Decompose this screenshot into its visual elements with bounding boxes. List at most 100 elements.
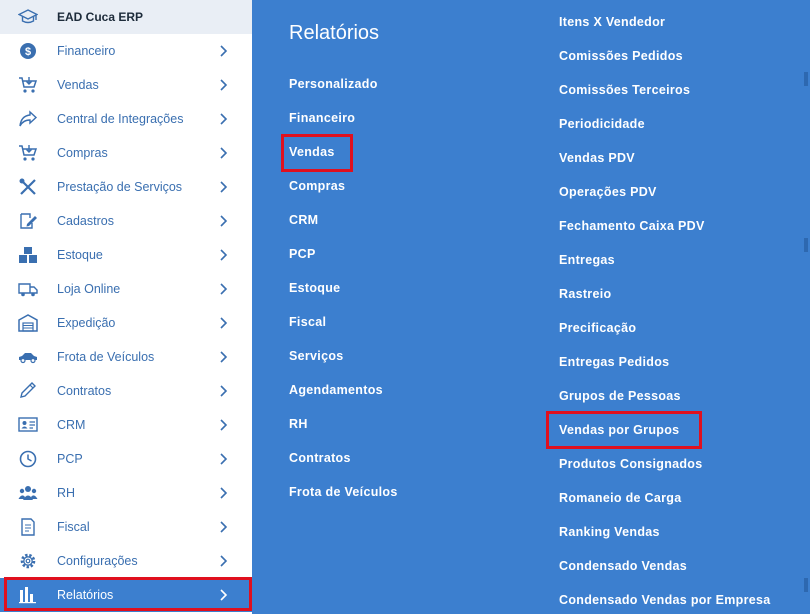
sidebar-item-configuracoes[interactable]: Configurações bbox=[0, 544, 252, 578]
scrollbar-mark bbox=[804, 578, 808, 592]
menu-link-periodicidade[interactable]: Periodicidade bbox=[559, 117, 645, 131]
menu-link-vendas[interactable]: Vendas bbox=[289, 145, 335, 159]
menu-link-operacoes-pdv[interactable]: Operações PDV bbox=[559, 185, 657, 199]
sidebar-item-contratos[interactable]: Contratos bbox=[0, 374, 252, 408]
menu-link-financeiro[interactable]: Financeiro bbox=[289, 111, 355, 125]
sidebar-item-label: CRM bbox=[57, 418, 86, 432]
brand-header[interactable]: EAD Cuca ERP bbox=[0, 0, 252, 34]
menu-link-condensado-vendas[interactable]: Condensado Vendas bbox=[559, 559, 687, 573]
sidebar-item-loja-online[interactable]: Loja Online bbox=[0, 272, 252, 306]
menu-link-vendas-pdv[interactable]: Vendas PDV bbox=[559, 151, 635, 165]
submenu-title: Relatórios bbox=[289, 22, 380, 44]
pencil-icon bbox=[20, 382, 36, 398]
menu-link-pcp[interactable]: PCP bbox=[289, 247, 316, 261]
menu-link-personalizado[interactable]: Personalizado bbox=[289, 77, 378, 91]
sidebar-item-label: RH bbox=[57, 486, 76, 500]
menu-link-grupos-de-pessoas[interactable]: Grupos de Pessoas bbox=[559, 389, 681, 403]
menu-link-itens-x-vendedor[interactable]: Itens X Vendedor bbox=[559, 15, 665, 29]
sidebar-item-compras[interactable]: Compras bbox=[0, 136, 252, 170]
sidebar-item-label: Estoque bbox=[57, 248, 103, 262]
cart-icon bbox=[19, 77, 38, 93]
tools-icon bbox=[19, 178, 36, 195]
sidebar-item-central-de-integracoes[interactable]: Central de Integrações bbox=[0, 102, 252, 136]
sidebar-item-label: Configurações bbox=[57, 554, 138, 568]
scrollbar-mark bbox=[804, 238, 808, 252]
bar-chart-icon bbox=[19, 587, 36, 604]
menu-link-entregas[interactable]: Entregas bbox=[559, 253, 615, 267]
chevron-right-icon bbox=[220, 113, 228, 125]
menu-link-entregas-pedidos[interactable]: Entregas Pedidos bbox=[559, 355, 669, 369]
share-icon bbox=[19, 110, 38, 127]
sidebar-item-relatorios[interactable]: Relatórios bbox=[0, 578, 252, 612]
menu-link-ranking-vendas[interactable]: Ranking Vendas bbox=[559, 525, 660, 539]
sidebar-item-prestacao-de-servicos[interactable]: Prestação de Serviços bbox=[0, 170, 252, 204]
chevron-right-icon bbox=[220, 521, 228, 533]
menu-link-precificacao[interactable]: Precificação bbox=[559, 321, 636, 335]
sidebar-item-label: Contratos bbox=[57, 384, 112, 398]
sidebar-item-pcp[interactable]: PCP bbox=[0, 442, 252, 476]
sidebar-item-label: Prestação de Serviços bbox=[57, 180, 183, 194]
sidebar-item-financeiro[interactable]: $ Financeiro bbox=[0, 34, 252, 68]
chevron-right-icon bbox=[220, 249, 228, 261]
car-icon bbox=[19, 353, 37, 364]
chevron-right-icon bbox=[220, 385, 228, 397]
sidebar-item-label: Frota de Veículos bbox=[57, 350, 155, 364]
chevron-right-icon bbox=[220, 45, 228, 57]
sidebar-item-label: Cadastros bbox=[57, 214, 114, 228]
svg-text:$: $ bbox=[25, 46, 31, 58]
menu-link-compras[interactable]: Compras bbox=[289, 179, 345, 193]
menu-link-servicos[interactable]: Serviços bbox=[289, 349, 344, 363]
document-icon bbox=[21, 518, 35, 536]
edit-icon bbox=[20, 213, 37, 229]
sidebar-item-label: Central de Integrações bbox=[57, 112, 184, 126]
chevron-right-icon bbox=[220, 487, 228, 499]
id-card-icon bbox=[18, 417, 38, 432]
sidebar-item-fiscal[interactable]: Fiscal bbox=[0, 510, 252, 544]
chevron-right-icon bbox=[220, 555, 228, 567]
dollar-icon: $ bbox=[20, 43, 36, 59]
chevron-right-icon bbox=[220, 181, 228, 193]
sidebar-item-vendas[interactable]: Vendas bbox=[0, 68, 252, 102]
menu-link-fiscal[interactable]: Fiscal bbox=[289, 315, 326, 329]
menu-link-contratos[interactable]: Contratos bbox=[289, 451, 351, 465]
menu-link-crm[interactable]: CRM bbox=[289, 213, 318, 227]
chevron-right-icon bbox=[220, 79, 228, 91]
chevron-right-icon bbox=[220, 589, 228, 601]
sidebar-item-label: Financeiro bbox=[57, 44, 116, 58]
clock-icon bbox=[19, 450, 37, 468]
menu-link-romaneio-de-carga[interactable]: Romaneio de Carga bbox=[559, 491, 682, 505]
menu-link-comissoes-terceiros[interactable]: Comissões Terceiros bbox=[559, 83, 690, 97]
menu-link-frota-de-veiculos[interactable]: Frota de Veículos bbox=[289, 485, 398, 499]
menu-link-rh[interactable]: RH bbox=[289, 417, 308, 431]
gear-icon bbox=[20, 553, 36, 569]
chevron-right-icon bbox=[220, 283, 228, 295]
graduation-cap-icon bbox=[18, 9, 38, 24]
sidebar-item-label: PCP bbox=[57, 452, 83, 466]
menu-link-fechamento-caixa-pdv[interactable]: Fechamento Caixa PDV bbox=[559, 219, 705, 233]
sidebar-item-expedicao[interactable]: Expedição bbox=[0, 306, 252, 340]
users-icon bbox=[18, 486, 38, 500]
menu-link-agendamentos[interactable]: Agendamentos bbox=[289, 383, 383, 397]
sidebar-item-label: Expedição bbox=[57, 316, 116, 330]
chevron-right-icon bbox=[220, 317, 228, 329]
menu-link-comissoes-pedidos[interactable]: Comissões Pedidos bbox=[559, 49, 683, 63]
sidebar-item-frota-de-veiculos[interactable]: Frota de Veículos bbox=[0, 340, 252, 374]
boxes-icon bbox=[19, 247, 37, 263]
sidebar-item-rh[interactable]: RH bbox=[0, 476, 252, 510]
sidebar-item-label: Relatórios bbox=[57, 588, 114, 602]
sidebar-item-crm[interactable]: CRM bbox=[0, 408, 252, 442]
sidebar: EAD Cuca ERP $ Financeiro Vendas Central… bbox=[0, 0, 252, 614]
sidebar-item-cadastros[interactable]: Cadastros bbox=[0, 204, 252, 238]
menu-link-rastreio[interactable]: Rastreio bbox=[559, 287, 611, 301]
menu-link-estoque[interactable]: Estoque bbox=[289, 281, 340, 295]
chevron-right-icon bbox=[220, 419, 228, 431]
menu-link-produtos-consignados[interactable]: Produtos Consignados bbox=[559, 457, 703, 471]
menu-link-vendas-por-grupos[interactable]: Vendas por Grupos bbox=[559, 423, 679, 437]
brand-title: EAD Cuca ERP bbox=[57, 10, 144, 24]
chevron-right-icon bbox=[220, 215, 228, 227]
sidebar-item-label: Loja Online bbox=[57, 282, 121, 296]
menu-link-condensado-vendas-por-empresa[interactable]: Condensado Vendas por Empresa bbox=[559, 593, 771, 607]
scrollbar-mark bbox=[804, 72, 808, 86]
cart-icon bbox=[19, 145, 38, 161]
sidebar-item-estoque[interactable]: Estoque bbox=[0, 238, 252, 272]
